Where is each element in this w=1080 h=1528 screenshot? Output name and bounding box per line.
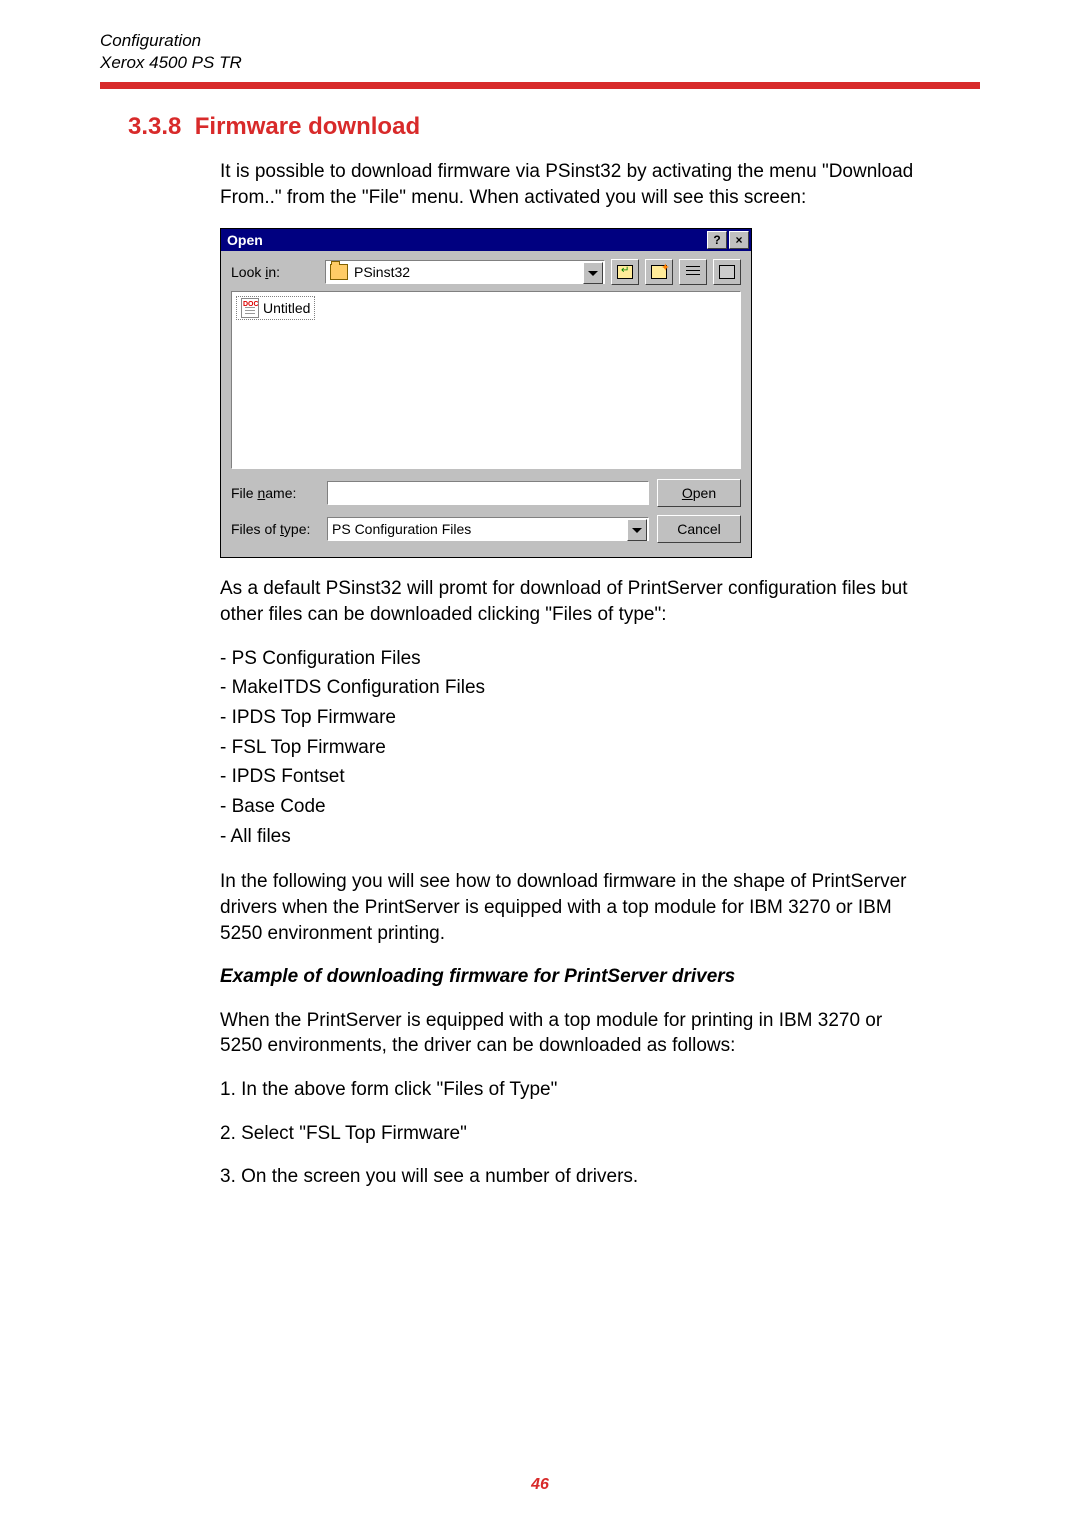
list-item: - IPDS Fontset [220,764,920,790]
page: Configuration Xerox 4500 PS TR 3.3.8 Fir… [0,0,1080,1528]
filename-label: File name: [231,484,319,503]
list-item: - PS Configuration Files [220,646,920,672]
list-view-button[interactable] [679,259,707,285]
list-item: - Base Code [220,794,920,820]
document-icon: DOC [241,298,259,318]
open-dialog: Open ? × Look in: PSinst32 ↵ ✦ [220,228,752,558]
cancel-button[interactable]: Cancel [657,515,741,543]
up-one-level-button[interactable]: ↵ [611,259,639,285]
lookin-value: PSinst32 [354,263,410,282]
header-line-2: Xerox 4500 PS TR [100,52,980,74]
section-title: 3.3.8 Firmware download [128,113,980,141]
file-types-list: - PS Configuration Files - MakeITDS Conf… [220,646,920,849]
para-example-intro: When the PrintServer is equipped with a … [220,1008,920,1059]
step-3: 3. On the screen you will see a number o… [220,1164,920,1190]
section-heading: Firmware download [195,113,420,140]
dialog-bottom: File name: Open Files of type: PS Config… [221,469,751,557]
header-divider [100,82,980,89]
example-heading: Example of downloading firmware for Prin… [220,964,920,990]
details-view-button[interactable] [713,259,741,285]
lookin-combo[interactable]: PSinst32 [325,260,605,284]
intro-paragraph: It is possible to download firmware via … [220,159,920,210]
dialog-titlebar: Open ? × [221,229,751,251]
section-number: 3.3.8 [128,113,181,140]
file-item-label: Untitled [263,299,310,318]
chevron-down-icon[interactable] [627,519,647,541]
filetype-label: Files of type: [231,520,319,539]
list-item: - All files [220,824,920,850]
step-2: 2. Select "FSL Top Firmware" [220,1121,920,1147]
after-dialog-paragraph: As a default PSinst32 will promt for dow… [220,576,920,627]
dialog-title: Open [227,231,705,250]
lookin-label: Look in: [231,263,319,282]
list-item: - MakeITDS Configuration Files [220,675,920,701]
chevron-down-icon[interactable] [583,262,603,284]
new-folder-button[interactable]: ✦ [645,259,673,285]
filetype-combo[interactable]: PS Configuration Files [327,517,649,541]
close-button[interactable]: × [729,231,749,249]
lookin-row: Look in: PSinst32 ↵ ✦ [221,251,751,291]
filename-input[interactable] [327,481,649,505]
help-button[interactable]: ? [707,231,727,249]
open-button[interactable]: Open [657,479,741,507]
step-1: 1. In the above form click "Files of Typ… [220,1077,920,1103]
list-item: - FSL Top Firmware [220,735,920,761]
header: Configuration Xerox 4500 PS TR [100,30,980,74]
filetype-value: PS Configuration Files [332,520,471,539]
file-item[interactable]: DOC Untitled [236,296,315,320]
page-number: 46 [0,1476,1080,1494]
folder-icon [330,264,348,280]
file-list[interactable]: DOC Untitled [231,291,741,469]
header-line-1: Configuration [100,30,980,52]
para-following: In the following you will see how to dow… [220,869,920,946]
list-item: - IPDS Top Firmware [220,705,920,731]
body: It is possible to download firmware via … [220,159,920,1190]
